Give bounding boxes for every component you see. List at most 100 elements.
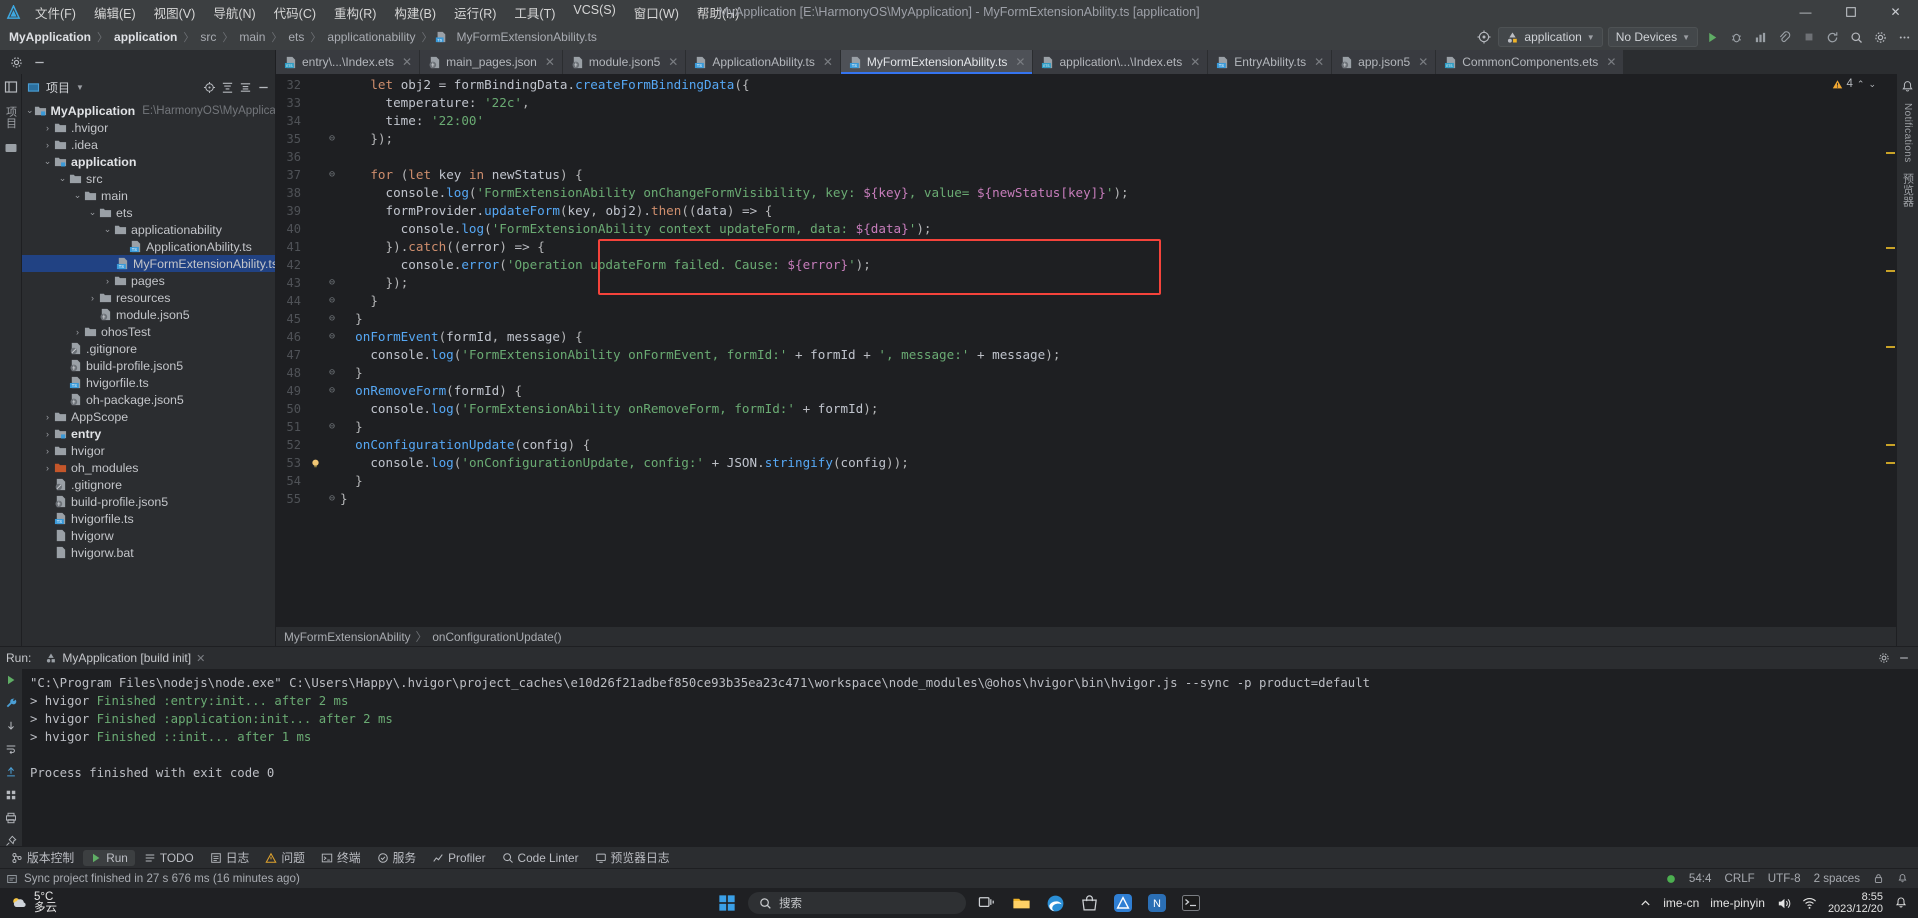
menu-item-vcs[interactable]: VCS(S) [564, 1, 624, 24]
debug-icon[interactable] [1727, 28, 1746, 47]
editor-tab-applicationability-ts[interactable]: TS ApplicationAbility.ts ✕ [686, 50, 841, 74]
editor-tab-module-json5[interactable]: module.json5 ✕ [562, 50, 687, 74]
chevron-up-icon[interactable]: ⌃ [1857, 79, 1865, 90]
fold-toggle-icon[interactable]: ⊖ [324, 364, 340, 382]
breadcrumb-item-file[interactable]: MyFormExtensionAbility.ts [453, 29, 599, 45]
minimize-icon[interactable] [1898, 652, 1910, 664]
chevron-down-icon[interactable]: ⌄ [26, 105, 34, 116]
menu-item-refactor[interactable]: 重构(R) [325, 1, 385, 24]
tree-node-applicationability[interactable]: ⌄ applicationability [22, 221, 275, 238]
fold-toggle-icon[interactable]: ⊖ [324, 310, 340, 328]
tree-node-applicationability-ts[interactable]: TS ApplicationAbility.ts [22, 238, 275, 255]
chevron-down-icon[interactable]: ⌄ [41, 156, 54, 167]
hide-panel-icon[interactable] [257, 81, 270, 94]
tree-node-main[interactable]: ⌄ main [22, 187, 275, 204]
line-number[interactable]: 43 [276, 274, 310, 292]
line-number[interactable]: 54 [276, 472, 310, 490]
tool-strip-item-终端[interactable]: 终端 [314, 848, 368, 867]
tree-node-hvigorw-bat[interactable]: hvigorw.bat [22, 544, 275, 561]
tree-node-module-json5[interactable]: module.json5 [22, 306, 275, 323]
app-n-icon[interactable]: N [1144, 890, 1170, 916]
line-number[interactable]: 41 [276, 238, 310, 256]
fold-toggle-icon[interactable]: ⊖ [324, 274, 340, 292]
menu-item-edit[interactable]: 编辑(E) [85, 1, 145, 24]
notification-icon[interactable] [1894, 896, 1908, 910]
line-number[interactable]: 53 [276, 454, 310, 472]
indent-setting[interactable]: 2 spaces [1814, 872, 1860, 885]
file-explorer-icon[interactable] [1008, 890, 1034, 916]
menu-item-navigate[interactable]: 导航(N) [204, 1, 264, 24]
chevron-down-icon[interactable]: ⌄ [56, 173, 69, 184]
chevron-right-icon[interactable]: › [41, 412, 54, 422]
right-tool-label-previewer[interactable]: 预览器 [1900, 173, 1916, 207]
tree-node-src[interactable]: ⌄ src [22, 170, 275, 187]
line-number[interactable]: 32 [276, 76, 310, 94]
lock-icon[interactable] [1873, 873, 1884, 884]
tree-node--gitignore[interactable]: .gitignore [22, 476, 275, 493]
line-number[interactable]: 48 [276, 364, 310, 382]
structure-tool-icon[interactable] [4, 141, 18, 155]
tool-strip-item-预览器日志[interactable]: 预览器日志 [588, 848, 677, 867]
close-tab-icon[interactable]: ✕ [1606, 55, 1616, 69]
start-button[interactable] [714, 890, 740, 916]
line-number[interactable]: 55 [276, 490, 310, 508]
chevron-down-icon[interactable]: ⌄ [71, 190, 84, 201]
menu-item-help[interactable]: 帮助(H) [688, 1, 748, 24]
tree-node-hvigorfile-ts[interactable]: TS hvigorfile.ts [22, 374, 275, 391]
close-tab-icon[interactable]: ✕ [1015, 55, 1025, 69]
line-number[interactable]: 45 [276, 310, 310, 328]
line-number[interactable]: 44 [276, 292, 310, 310]
line-number[interactable]: 37 [276, 166, 310, 184]
breadcrumb-item-main[interactable]: main [236, 29, 268, 45]
chevron-up-icon[interactable] [1639, 897, 1652, 910]
run-console-output[interactable]: "C:\Program Files\nodejs\node.exe" C:\Us… [22, 669, 1918, 846]
code-editor[interactable]: 32 let obj2 = formBindingData.createForm… [276, 74, 1896, 626]
chevron-right-icon[interactable]: › [86, 293, 99, 303]
locate-icon[interactable] [203, 81, 216, 94]
breadcrumb-item-ets[interactable]: ets [285, 29, 307, 45]
line-number[interactable]: 49 [276, 382, 310, 400]
fold-toggle-icon[interactable]: ⊖ [324, 130, 340, 148]
taskbar-search[interactable]: 搜索 [748, 892, 966, 914]
target-icon[interactable] [1474, 28, 1493, 47]
line-number[interactable]: 47 [276, 346, 310, 364]
minus-icon[interactable] [33, 56, 46, 69]
chevron-right-icon[interactable]: › [41, 123, 54, 133]
store-icon[interactable] [1076, 890, 1102, 916]
editor-tab-myformextensionability-ts[interactable]: TS MyFormExtensionAbility.ts ✕ [840, 50, 1034, 74]
network-icon[interactable] [1802, 896, 1817, 911]
scroll-down-icon[interactable] [5, 720, 17, 732]
menu-item-file[interactable]: 文件(F) [26, 1, 85, 24]
tool-strip-item-日志[interactable]: 日志 [203, 848, 257, 867]
grid-icon[interactable] [5, 789, 17, 801]
breadcrumb-item-applicationability[interactable]: applicationability [324, 29, 418, 45]
tree-node-resources[interactable]: › resources [22, 289, 275, 306]
line-number[interactable]: 34 [276, 112, 310, 130]
line-number[interactable]: 50 [276, 400, 310, 418]
menu-item-run[interactable]: 运行(R) [445, 1, 505, 24]
menu-item-code[interactable]: 代码(C) [265, 1, 325, 24]
notifications-icon[interactable] [1901, 80, 1914, 93]
close-icon[interactable]: ✕ [196, 652, 205, 665]
menu-item-tools[interactable]: 工具(T) [505, 1, 564, 24]
task-view-icon[interactable] [974, 890, 1000, 916]
tool-strip-item-run[interactable]: Run [83, 849, 135, 866]
chevron-right-icon[interactable]: › [41, 446, 54, 456]
search-icon[interactable] [1847, 28, 1866, 47]
fold-toggle-icon[interactable]: ⊖ [324, 328, 340, 346]
editor-scrollbar-markers[interactable] [1884, 74, 1896, 626]
chevron-down-icon[interactable]: ⌄ [1868, 79, 1876, 90]
close-tab-icon[interactable]: ✕ [1418, 55, 1428, 69]
line-number[interactable]: 52 [276, 436, 310, 454]
run-configuration-tab[interactable]: MyApplication [build init] ✕ [39, 651, 211, 665]
expand-all-icon[interactable] [221, 81, 234, 94]
tree-node--hvigor[interactable]: › .hvigor [22, 119, 275, 136]
speaker-icon[interactable] [1776, 896, 1791, 911]
file-encoding[interactable]: UTF-8 [1768, 872, 1801, 885]
line-number[interactable]: 51 [276, 418, 310, 436]
editor-tab-app-json5[interactable]: app.json5 ✕ [1332, 50, 1437, 74]
terminal-icon[interactable] [1178, 890, 1204, 916]
print-icon[interactable] [5, 812, 17, 824]
tree-node-hvigorfile-ts[interactable]: TS hvigorfile.ts [22, 510, 275, 527]
left-tool-label-project[interactable]: 项目 [3, 106, 19, 129]
